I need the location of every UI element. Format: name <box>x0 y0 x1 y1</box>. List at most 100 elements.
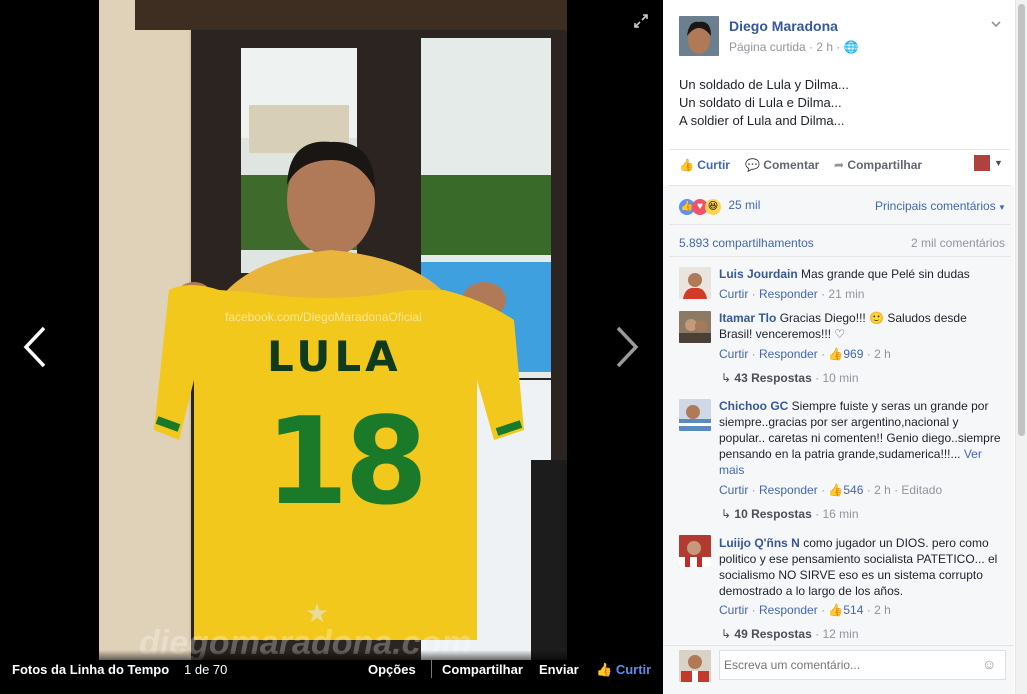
shirt-name: LULA <box>267 332 402 381</box>
replies-count: 10 Respostas <box>734 507 812 521</box>
reply-arrow-icon: ↳ <box>721 507 732 521</box>
watermark-top: facebook.com/DiegoMaradonaOficial <box>225 310 422 324</box>
post-line: Un soldado de Lula y Dilma... <box>679 77 849 92</box>
send-button[interactable]: Enviar <box>539 662 579 677</box>
comments-count[interactable]: 2 mil comentários <box>911 236 1005 250</box>
comment-text: Mas grande que Pelé sin dudas <box>801 267 970 281</box>
replies-time: 10 min <box>822 371 859 385</box>
comment-time[interactable]: 2 h <box>874 347 891 361</box>
comment-time[interactable]: 21 min <box>828 287 864 301</box>
replies-time: 16 min <box>822 507 859 521</box>
post-line: Un soldato di Lula e Dilma... <box>679 95 842 110</box>
scrollbar[interactable] <box>1015 0 1027 694</box>
post-share-button[interactable]: ➦ Compartilhar <box>834 158 922 172</box>
divider <box>669 149 1010 150</box>
reactions-count: 25 mil <box>728 198 761 212</box>
comment-like-link[interactable]: Curtir <box>719 483 748 497</box>
edited-label[interactable]: Editado <box>901 483 942 497</box>
shirt-number: 18 <box>265 393 428 532</box>
comment-like-link[interactable]: Curtir <box>719 603 748 617</box>
divider <box>669 224 1010 225</box>
post-line: A soldier of Lula and Dilma... <box>679 113 845 128</box>
commenter-avatar[interactable] <box>679 267 711 299</box>
post-text: Un soldado de Lula y Dilma... Un soldato… <box>679 76 849 130</box>
replies-time: 12 min <box>822 627 859 641</box>
comment-time[interactable]: 2 h <box>874 603 891 617</box>
divider <box>669 256 1010 257</box>
options-button[interactable]: Opções <box>368 662 416 677</box>
share-arrow-icon: ➦ <box>834 158 845 172</box>
caret-down-icon: ▼ <box>995 203 1006 212</box>
post-like-label: Curtir <box>697 158 730 172</box>
comment-actions: Curtir · Responder · 👍969 · 2 h <box>719 347 891 361</box>
reply-arrow-icon: ↳ <box>721 627 732 641</box>
fullscreen-expand-icon[interactable] <box>634 14 648 28</box>
comment-reply-link[interactable]: Responder <box>759 483 818 497</box>
scrollbar-thumb[interactable] <box>1018 4 1025 436</box>
comment-reply-link[interactable]: Responder <box>759 287 818 301</box>
comment-like-count[interactable]: 514 <box>843 603 863 617</box>
album-title[interactable]: Fotos da Linha do Tempo <box>12 662 169 677</box>
photo-viewer: ★ LULA 18 facebook.com/DiegoMaradonaOfic… <box>0 0 662 694</box>
comment-like-link[interactable]: Curtir <box>719 287 748 301</box>
divider <box>669 185 1010 186</box>
thumbs-up-icon: 👍 <box>828 347 844 361</box>
caret-down-icon[interactable]: ▼ <box>994 158 1003 168</box>
thumbs-up-icon: 👍 <box>828 603 844 617</box>
commenter-name[interactable]: Chichoo GC <box>719 399 788 413</box>
commenter-avatar[interactable] <box>679 399 711 431</box>
comment-time[interactable]: 2 h <box>874 483 891 497</box>
comment-actions: Curtir · Responder · 👍514 · 2 h <box>719 603 891 617</box>
chevron-down-icon[interactable] <box>990 18 1002 33</box>
thumbs-up-icon: 👍 <box>679 158 694 172</box>
divider <box>431 660 432 678</box>
reply-arrow-icon: ↳ <box>721 371 732 385</box>
photo-counter: 1 de 70 <box>184 662 228 677</box>
sort-label: Principais comentários <box>875 199 996 213</box>
like-label: Curtir <box>615 662 652 677</box>
share-label: Compartilhar <box>847 158 923 172</box>
view-replies-link[interactable]: ↳ 43 Respostas · 10 min <box>721 371 859 385</box>
next-photo-arrow-icon[interactable] <box>612 322 642 372</box>
comment-button[interactable]: 💬 Comentar <box>745 158 819 172</box>
post-meta: Página curtida · 2 h · <box>729 40 841 54</box>
thumbs-up-icon: 👍 <box>596 662 613 677</box>
commenter-name[interactable]: Luis Jourdain <box>719 267 798 281</box>
main-photo[interactable]: ★ LULA 18 facebook.com/DiegoMaradonaOfic… <box>99 0 567 660</box>
current-user-avatar <box>679 650 711 682</box>
comment-label: Comentar <box>763 158 820 172</box>
sort-comments-dropdown[interactable]: Principais comentários ▼ <box>875 199 1006 213</box>
view-replies-link[interactable]: ↳ 10 Respostas · 16 min <box>721 507 859 521</box>
comment-actions: Curtir · Responder · 21 min <box>719 287 865 301</box>
post-as-avatar[interactable] <box>974 155 990 171</box>
comment-body: Luis Jourdain Mas grande que Pelé sin du… <box>719 266 1001 282</box>
commenter-name[interactable]: Luiijo Q'ñns N <box>719 536 800 550</box>
comment-body: Luiijo Q'ñns N como jugador un DIOS. per… <box>719 535 1001 599</box>
comment-like-count[interactable]: 546 <box>843 483 863 497</box>
view-replies-link[interactable]: ↳ 49 Respostas · 12 min <box>721 627 859 641</box>
comment-reply-link[interactable]: Responder <box>759 347 818 361</box>
comment-actions: Curtir · Responder · 👍546 · 2 h · Editad… <box>719 483 943 497</box>
comment-like-count[interactable]: 969 <box>843 347 863 361</box>
author-name[interactable]: Diego Maradona <box>729 18 838 34</box>
shares-count[interactable]: 5.893 compartilhamentos <box>679 236 814 250</box>
commenter-avatar[interactable] <box>679 311 711 343</box>
comment-reply-link[interactable]: Responder <box>759 603 818 617</box>
haha-reaction-icon: 😆 <box>705 199 721 215</box>
previous-photo-arrow-icon[interactable] <box>20 322 50 372</box>
replies-count: 43 Respostas <box>734 371 812 385</box>
emoji-icon[interactable]: ☺ <box>982 656 996 672</box>
like-button[interactable]: 👍 Curtir <box>596 662 651 678</box>
comment-body: Chichoo GC Siempre fuiste y seras un gra… <box>719 398 1001 478</box>
comment-like-link[interactable]: Curtir <box>719 347 748 361</box>
thumbs-up-icon: 👍 <box>828 483 844 497</box>
commenter-avatar[interactable] <box>679 535 711 567</box>
post-like-button[interactable]: 👍 Curtir <box>679 158 730 172</box>
author-avatar[interactable] <box>679 16 719 56</box>
replies-count: 49 Respostas <box>734 627 812 641</box>
comment-icon: 💬 <box>745 158 760 172</box>
commenter-name[interactable]: Itamar Tlo <box>719 311 776 325</box>
share-button[interactable]: Compartilhar <box>442 662 523 677</box>
comment-input[interactable] <box>719 650 1006 680</box>
reactions-summary[interactable]: 👍 ♥ 😆 25 mil <box>679 198 760 215</box>
